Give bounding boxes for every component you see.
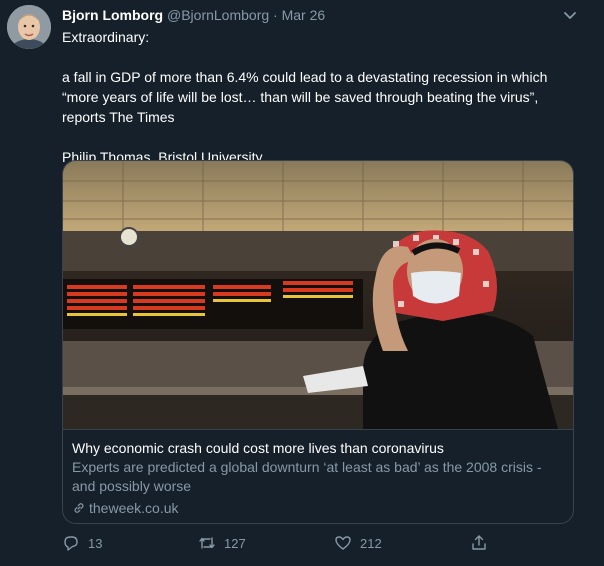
card-description: Experts are predicted a global downturn … — [72, 459, 542, 494]
card-body: Why economic crash could cost more lives… — [63, 429, 573, 523]
link-card[interactable]: Why economic crash could cost more lives… — [62, 160, 574, 524]
reply-icon — [64, 536, 78, 551]
separator-dot: · — [273, 7, 278, 23]
link-icon — [74, 503, 84, 513]
tweet-text: Extraordinary: a fall in GDP of more tha… — [62, 27, 584, 167]
display-name[interactable]: Bjorn Lomborg — [62, 7, 163, 23]
tweet-menu-button[interactable] — [560, 5, 580, 25]
reply-count: 13 — [88, 535, 103, 551]
tweet-actions: 13 127 212 — [62, 534, 502, 554]
share-icon — [472, 535, 486, 550]
like-count: 212 — [360, 535, 382, 551]
heart-icon — [335, 536, 351, 550]
card-title: Why economic crash could cost more lives… — [72, 440, 444, 456]
avatar[interactable] — [7, 5, 51, 49]
retweet-count: 127 — [224, 535, 246, 551]
tweet-text-line: a fall in GDP of more than 6.4% could le… — [62, 69, 548, 125]
chevron-down-icon — [564, 12, 576, 19]
tweet-date[interactable]: Mar 26 — [282, 7, 326, 23]
tweet-text-line: Extraordinary: — [62, 29, 150, 45]
card-image — [63, 161, 573, 429]
user-handle[interactable]: @BjornLomborg — [167, 7, 269, 23]
tweet-header: Bjorn Lomborg @BjornLomborg · Mar 26 — [62, 6, 325, 24]
card-domain: theweek.co.uk — [72, 498, 566, 518]
card-domain-text: theweek.co.uk — [89, 500, 179, 516]
like-button[interactable]: 212 — [334, 534, 382, 552]
share-button[interactable] — [470, 534, 488, 552]
avatar-image — [7, 5, 51, 49]
retweet-button[interactable]: 127 — [198, 534, 246, 552]
reply-button[interactable]: 13 — [62, 534, 102, 552]
retweet-icon — [199, 537, 215, 549]
